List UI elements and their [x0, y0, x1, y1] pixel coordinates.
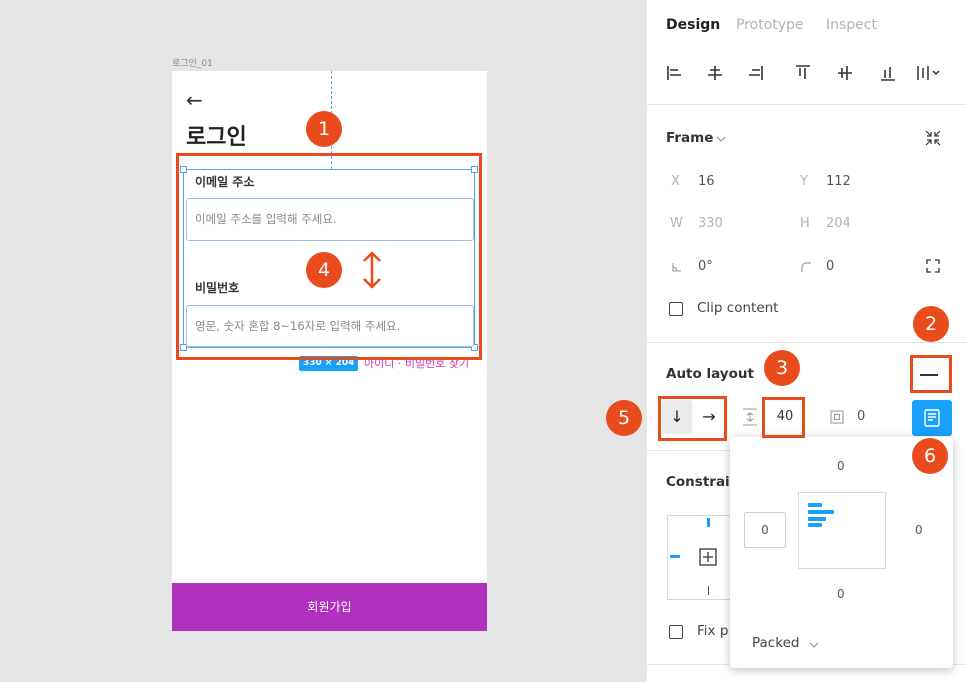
- padding-bottom-value[interactable]: 0: [837, 587, 845, 601]
- alignment-settings-icon: [924, 409, 940, 427]
- clip-content-label: Clip content: [697, 300, 779, 316]
- annotation-box-3: [762, 397, 805, 438]
- spacing-mode-dropdown[interactable]: Packed: [752, 635, 799, 651]
- align-bottom-icon[interactable]: [879, 64, 897, 82]
- divider: [646, 342, 966, 343]
- align-left-icon[interactable]: [666, 64, 684, 82]
- padding-left-input[interactable]: 0: [744, 512, 786, 548]
- align-horizontal-center-icon[interactable]: [706, 64, 724, 82]
- rotation-icon: [672, 263, 681, 272]
- clip-content-checkbox[interactable]: [669, 302, 683, 316]
- frame-name-label[interactable]: 로그인_01: [172, 56, 213, 69]
- signup-button[interactable]: 회원가입: [172, 583, 487, 631]
- tab-prototype[interactable]: Prototype: [736, 17, 804, 33]
- h-value[interactable]: 204: [826, 216, 851, 231]
- rotation-value[interactable]: 0°: [698, 259, 713, 274]
- annotation-marker-6: 6: [912, 438, 948, 474]
- align-top-icon[interactable]: [794, 64, 812, 82]
- y-value[interactable]: 112: [826, 174, 851, 189]
- auto-layout-title: Auto layout: [666, 366, 754, 382]
- vertical-spacing-arrow-icon: [363, 251, 381, 289]
- annotation-marker-2: 2: [913, 306, 949, 342]
- remove-auto-layout-icon[interactable]: [920, 374, 938, 376]
- padding-input[interactable]: 0: [857, 409, 865, 424]
- tab-design[interactable]: Design: [666, 17, 720, 33]
- constraint-bottom-marker[interactable]: [708, 586, 709, 595]
- w-label: W: [670, 216, 683, 231]
- chevron-down-icon[interactable]: [716, 135, 726, 143]
- x-label: X: [671, 174, 680, 189]
- fix-position-checkbox[interactable]: [669, 625, 683, 639]
- padding-right-value[interactable]: 0: [915, 523, 923, 537]
- constraint-left-marker[interactable]: [670, 555, 680, 558]
- padding-icon: [830, 410, 844, 424]
- corner-radius-icon: [801, 262, 811, 272]
- y-label: Y: [800, 174, 808, 189]
- annotation-marker-5: 5: [606, 400, 642, 436]
- frame-section-title[interactable]: Frame: [666, 130, 713, 146]
- back-arrow-icon[interactable]: ←: [186, 88, 203, 112]
- annotation-marker-1: 1: [306, 111, 342, 147]
- distribute-icon[interactable]: [916, 64, 944, 82]
- corner-radius-value[interactable]: 0: [826, 259, 834, 274]
- constraint-center-icon[interactable]: [699, 548, 717, 566]
- alignment-bar: [808, 517, 826, 521]
- alignment-preview[interactable]: [798, 492, 886, 569]
- constraint-top-marker[interactable]: [707, 518, 710, 527]
- x-value[interactable]: 16: [698, 174, 715, 189]
- annotation-box-5: [658, 396, 727, 441]
- independent-corners-icon[interactable]: [926, 259, 940, 273]
- align-right-icon[interactable]: [746, 64, 764, 82]
- tab-inspect[interactable]: Inspect: [826, 17, 877, 33]
- padding-top-value[interactable]: 0: [837, 459, 845, 473]
- divider: [646, 450, 730, 451]
- align-vertical-center-icon[interactable]: [836, 64, 854, 82]
- annotation-marker-4: 4: [306, 252, 342, 288]
- page-title: 로그인: [186, 125, 247, 150]
- divider: [646, 104, 966, 105]
- alignment-padding-button[interactable]: [912, 400, 952, 436]
- resize-to-fit-icon[interactable]: [924, 129, 942, 147]
- h-label: H: [800, 216, 810, 231]
- alignment-bar: [808, 510, 834, 514]
- constraints-title: Constrai: [666, 474, 730, 490]
- fix-position-label: Fix p: [697, 623, 729, 639]
- chevron-down-icon[interactable]: [809, 641, 819, 649]
- alignment-bar: [808, 523, 822, 527]
- w-value[interactable]: 330: [698, 216, 723, 231]
- item-spacing-icon: [743, 408, 757, 426]
- annotation-marker-3: 3: [764, 350, 800, 386]
- alignment-bar: [808, 503, 822, 507]
